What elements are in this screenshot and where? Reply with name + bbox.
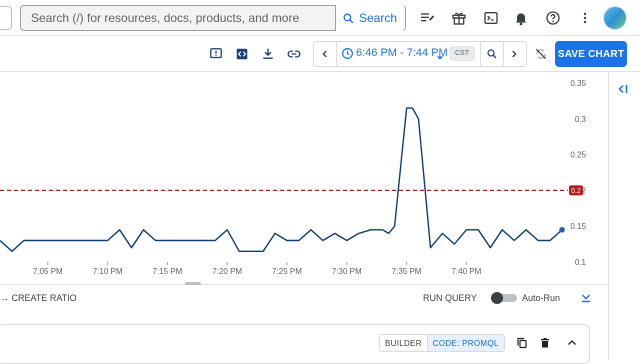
download-icon[interactable] (259, 45, 277, 63)
tab-code-promql[interactable]: CODE: PROMQL (427, 335, 504, 351)
tab-builder[interactable]: BUILDER (380, 335, 427, 351)
series-last-point (559, 227, 565, 233)
y-tick-label: 0.25 (570, 151, 586, 160)
x-tick-label: 7:05 PM (33, 267, 63, 276)
link-icon[interactable] (285, 45, 303, 63)
save-chart-button[interactable]: SAVE CHART (555, 41, 627, 67)
query-mode-tabs: BUILDER CODE: PROMQL (379, 334, 505, 352)
search-icon (342, 12, 355, 25)
x-tick-label: 7:40 PM (451, 267, 481, 276)
create-ratio-button[interactable]: → CREATE RATIO (0, 293, 77, 303)
x-tick-label: 7:30 PM (332, 267, 362, 276)
time-forward-button[interactable] (503, 42, 525, 66)
avatar[interactable] (603, 6, 627, 30)
expand-panel-icon[interactable] (616, 82, 630, 96)
help-icon[interactable] (542, 7, 564, 29)
y-tick-label: 0.3 (575, 115, 587, 124)
search-input[interactable]: Search (/) for resources, docs, products… (21, 11, 335, 25)
search-button[interactable]: Search (335, 5, 405, 31)
chevron-up-icon[interactable] (565, 336, 579, 350)
gift-icon[interactable] (448, 7, 470, 29)
x-tick-label: 7:20 PM (212, 267, 242, 276)
resize-handle[interactable] (185, 282, 201, 285)
auto-run-label: Auto-Run (522, 293, 560, 303)
clock-icon (341, 47, 354, 60)
more-vert-icon[interactable] (574, 7, 596, 29)
code-icon[interactable] (233, 45, 251, 63)
copy-icon[interactable] (515, 336, 529, 350)
right-side-rail (608, 72, 640, 360)
chevron-down-icon[interactable] (436, 49, 444, 57)
time-range-selector[interactable]: 6:46 PM - 7:44 PM (356, 47, 448, 59)
search-box[interactable]: Search (/) for resources, docs, products… (20, 5, 406, 31)
time-back-button[interactable] (314, 42, 336, 66)
zoom-icon[interactable] (481, 42, 503, 66)
toggle-knob (491, 292, 503, 304)
delete-icon[interactable] (538, 336, 552, 350)
run-query-button[interactable]: RUN QUERY (423, 293, 477, 303)
x-tick-label: 7:10 PM (93, 267, 123, 276)
y-tick-label: 0.15 (570, 222, 586, 231)
x-tick-label: 7:35 PM (392, 267, 422, 276)
y-tick-label: 0.35 (570, 79, 586, 88)
collapse-chart-icon[interactable] (579, 291, 593, 305)
threshold-label: 0.2 (571, 188, 581, 195)
x-tick-label: 7:25 PM (272, 267, 302, 276)
auto-run-toggle[interactable] (491, 292, 517, 304)
feedback-icon[interactable] (207, 45, 225, 63)
cloud-shell-icon[interactable] (480, 7, 502, 29)
auto-refresh-off-icon[interactable] (532, 45, 550, 63)
project-picker-edge[interactable] (0, 6, 12, 30)
timezone-badge[interactable]: CST (449, 46, 475, 61)
divider (336, 42, 337, 66)
notifications-icon[interactable] (510, 7, 532, 29)
x-tick-label: 7:15 PM (153, 267, 183, 276)
search-button-label: Search (359, 11, 397, 25)
line-chart[interactable]: 7:05 PM 7:10 PM 7:15 PM 7:20 PM 7:25 PM 7:30 … (0, 72, 608, 282)
y-tick-label: 0.1 (575, 258, 587, 267)
release-notes-icon[interactable] (416, 7, 438, 29)
series-line (0, 108, 562, 251)
